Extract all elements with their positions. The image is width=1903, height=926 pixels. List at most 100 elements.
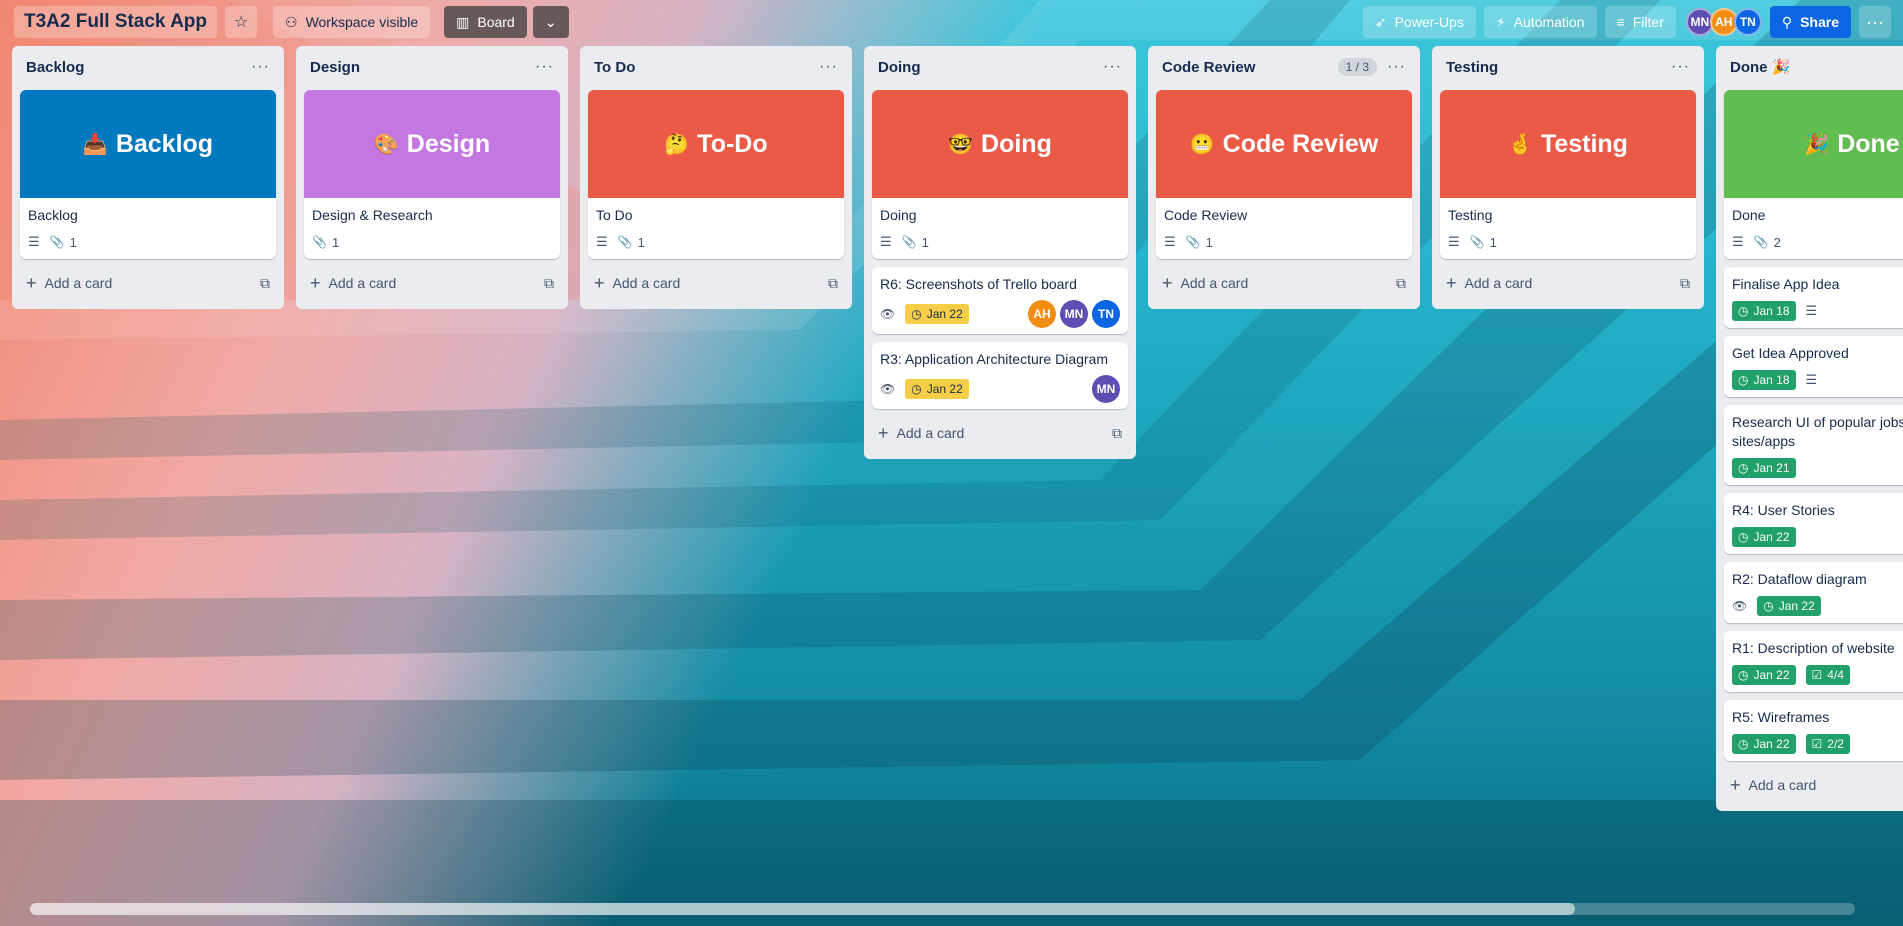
avatar[interactable]: TN <box>1092 300 1120 328</box>
avatar[interactable]: TN <box>1733 8 1762 36</box>
powerups-button[interactable]: ➶ Power-Ups <box>1362 6 1476 38</box>
paperclip-icon: 📎 <box>1185 235 1201 249</box>
card-badges: ◷ Jan 18 ☰ <box>1732 300 1903 322</box>
share-label: Share <box>1800 14 1839 30</box>
list-design: Design ··· 🎨 Design Design & Research 📎 1 + Add … <box>296 46 568 309</box>
list-doing: Doing ··· 🤓 Doing Doing ☰ 📎 1 R6: Screenshots of… <box>864 46 1136 459</box>
list-header: Code Review 1 / 3 ··· <box>1156 52 1412 82</box>
card[interactable]: 🎨 Design Design & Research 📎 1 <box>304 90 560 259</box>
clock-icon: ◷ <box>911 382 922 396</box>
more-icon[interactable]: ··· <box>535 58 554 76</box>
cover-emoji: 🤔 <box>664 133 690 156</box>
card-badges: ☰ 📎 1 <box>596 231 836 253</box>
card-title: Backlog <box>28 207 78 223</box>
cover-emoji: 🎉 <box>1804 133 1830 156</box>
filter-button[interactable]: ≡ Filter <box>1604 6 1676 38</box>
automation-button[interactable]: ⚡ Automation <box>1483 6 1597 38</box>
clock-icon: ◷ <box>911 307 922 321</box>
template-icon[interactable]: ⧉ <box>260 275 270 292</box>
card[interactable]: 🤓 Doing Doing ☰ 📎 1 <box>872 90 1128 259</box>
star-icon[interactable]: ☆ <box>225 6 257 38</box>
more-icon[interactable]: ··· <box>1671 58 1690 76</box>
card[interactable]: R2: Dataflow diagram 👁 ◷ Jan 22 <box>1724 562 1903 623</box>
card[interactable]: R6: Screenshots of Trello board 👁 ◷ Jan 22 A… <box>872 267 1128 334</box>
card-body: R3: Application Architecture Diagram 👁 ◷ Ja… <box>872 342 1128 409</box>
more-icon[interactable]: ··· <box>251 58 270 76</box>
card-cover: 📥 Backlog <box>20 90 276 198</box>
card[interactable]: Research UI of popular jobsearch sites/a… <box>1724 405 1903 485</box>
list-title[interactable]: Done 🎉 <box>1730 58 1903 76</box>
chevron-down-icon[interactable]: ⌄ <box>532 6 569 38</box>
list-title[interactable]: Backlog <box>26 59 251 76</box>
avatar[interactable]: MN <box>1092 375 1120 403</box>
list-title[interactable]: Testing <box>1446 59 1671 76</box>
more-icon[interactable]: ··· <box>1387 58 1406 76</box>
list-title[interactable]: Doing <box>878 59 1103 76</box>
add-card-button[interactable]: + Add a card <box>1724 769 1903 801</box>
more-icon[interactable]: ··· <box>1103 58 1122 76</box>
attachment-count: 1 <box>637 234 645 250</box>
add-card-label: Add a card <box>328 275 397 291</box>
template-icon[interactable]: ⧉ <box>544 275 554 292</box>
list-header: To Do ··· <box>588 52 844 82</box>
plus-icon: + <box>1730 774 1741 795</box>
more-menu-icon[interactable]: ··· <box>1859 6 1891 38</box>
share-button[interactable]: ⚲ Share <box>1769 6 1851 38</box>
eye-icon: 👁 <box>880 307 896 321</box>
due-date-text: Jan 22 <box>926 307 963 321</box>
card-cover: 🤞 Testing <box>1440 90 1696 198</box>
avatar[interactable]: MN <box>1060 300 1088 328</box>
more-icon[interactable]: ··· <box>819 58 838 76</box>
cover-emoji: 🎨 <box>373 133 399 156</box>
card[interactable]: 🎉 Done Done ☰ 📎 2 <box>1724 90 1903 259</box>
workspace-visibility-button[interactable]: ⚇ Workspace visible <box>273 6 431 38</box>
cover-text: Design <box>406 129 491 158</box>
add-card-button[interactable]: + Add a card ⧉ <box>304 267 560 299</box>
template-icon[interactable]: ⧉ <box>1396 275 1406 292</box>
board-view-button[interactable]: ▥ Board <box>444 6 527 38</box>
card-cover: 🎨 Design <box>304 90 560 198</box>
list-header: Design ··· <box>304 52 560 82</box>
card[interactable]: Get Idea Approved ◷ Jan 18 ☰ <box>1724 336 1903 397</box>
due-date-badge: ◷ Jan 22 <box>905 379 969 399</box>
add-card-button[interactable]: + Add a card ⧉ <box>872 417 1128 449</box>
due-date-text: Jan 18 <box>1753 373 1790 387</box>
add-card-button[interactable]: + Add a card ⧉ <box>1440 267 1696 299</box>
avatar[interactable]: AH <box>1028 300 1056 328</box>
cover-emoji: 🤓 <box>948 133 974 156</box>
card[interactable]: 🤔 To-Do To Do ☰ 📎 1 <box>588 90 844 259</box>
paperclip-icon: 📎 <box>49 235 65 249</box>
cover-text: Code Review <box>1222 129 1379 158</box>
attachment-count: 1 <box>1489 234 1497 250</box>
template-icon[interactable]: ⧉ <box>1112 425 1122 442</box>
card-badges: ☰ 📎 1 <box>1448 231 1688 253</box>
card[interactable]: 😬 Code Review Code Review ☰ 📎 1 <box>1156 90 1412 259</box>
template-icon[interactable]: ⧉ <box>1680 275 1690 292</box>
plus-icon: + <box>878 422 889 443</box>
card[interactable]: 🤞 Testing Testing ☰ 📎 1 <box>1440 90 1696 259</box>
clock-icon: ◷ <box>1738 737 1749 751</box>
horizontal-scrollbar[interactable] <box>30 903 1855 915</box>
lightning-icon: ⚡ <box>1495 13 1506 30</box>
list-title[interactable]: Design <box>310 59 535 76</box>
card-badges: 👁 ◷ Jan 22 MN <box>880 375 1120 403</box>
card[interactable]: 📥 Backlog Backlog ☰ 📎 1 <box>20 90 276 259</box>
add-card-button[interactable]: + Add a card ⧉ <box>588 267 844 299</box>
list-title[interactable]: To Do <box>594 59 819 76</box>
card[interactable]: R1: Description of website ◷ Jan 22 ☑ 4/4 <box>1724 631 1903 692</box>
description-icon: ☰ <box>1448 234 1460 249</box>
card[interactable]: R3: Application Architecture Diagram 👁 ◷ Ja… <box>872 342 1128 409</box>
filter-icon: ≡ <box>1616 14 1625 30</box>
list-title[interactable]: Code Review <box>1162 59 1338 76</box>
card[interactable]: Finalise App Idea ◷ Jan 18 ☰ <box>1724 267 1903 328</box>
board-title[interactable]: T3A2 Full Stack App <box>14 6 217 38</box>
card[interactable]: R4: User Stories ◷ Jan 22 <box>1724 493 1903 554</box>
add-card-label: Add a card <box>1464 275 1533 291</box>
board-view-label: Board <box>477 14 515 30</box>
card[interactable]: R5: Wireframes ◷ Jan 22 ☑ 2/2 <box>1724 700 1903 761</box>
cover-text: Doing <box>981 129 1052 158</box>
scrollbar-thumb[interactable] <box>30 903 1575 915</box>
add-card-button[interactable]: + Add a card ⧉ <box>20 267 276 299</box>
add-card-button[interactable]: + Add a card ⧉ <box>1156 267 1412 299</box>
template-icon[interactable]: ⧉ <box>828 275 838 292</box>
